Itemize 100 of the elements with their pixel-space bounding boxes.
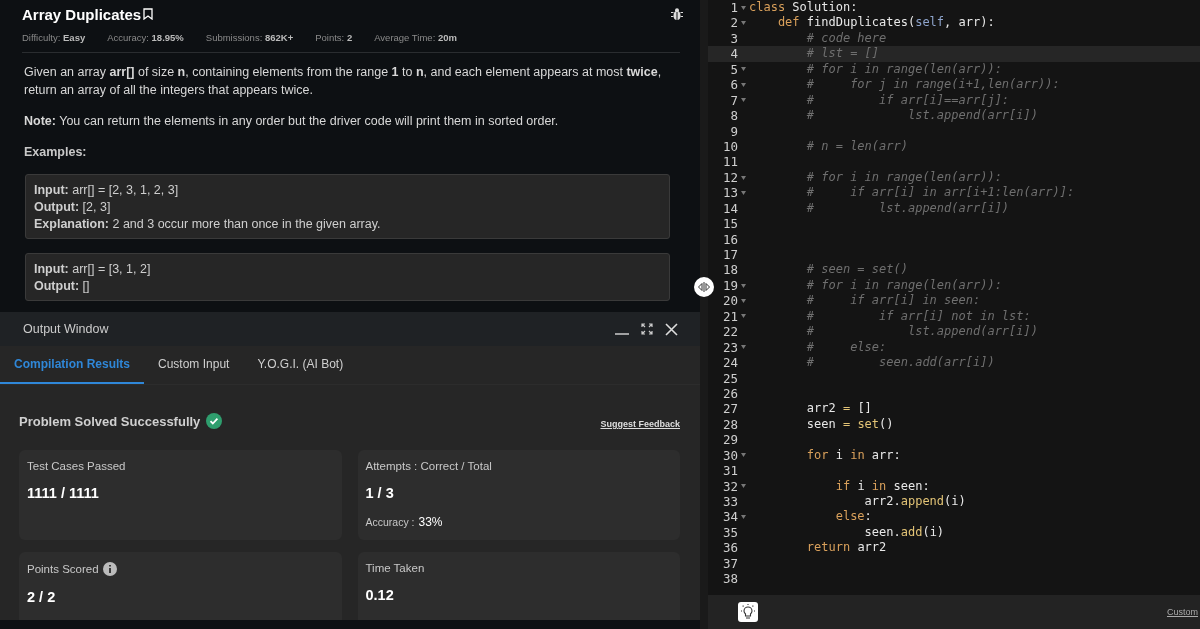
code-token: # n = len(arr): [805, 138, 908, 153]
line-number: 24: [721, 355, 738, 371]
line-number: 2: [729, 15, 738, 31]
fold-icon[interactable]: [740, 515, 746, 520]
line-number: 12: [721, 169, 738, 186]
output-tab[interactable]: Custom Input: [144, 346, 244, 384]
bookmark-icon[interactable]: [143, 8, 154, 20]
fold-icon[interactable]: [740, 175, 746, 180]
code-token: append: [900, 494, 945, 508]
line-number: 20: [721, 293, 738, 309]
code-token: seen:: [892, 478, 930, 493]
code-token: arr2: [856, 540, 887, 555]
fold-icon[interactable]: [740, 82, 746, 87]
expand-icon[interactable]: [641, 323, 653, 335]
code-token: # if arr[i] in arr[i+1:len(arr)]:: [805, 185, 1075, 200]
fold-icon[interactable]: [740, 190, 746, 195]
code-token: # code here: [805, 30, 887, 45]
card-label: Test Cases Passed: [27, 460, 126, 472]
line-number: 9: [729, 123, 738, 139]
problem-stat: Difficulty: Easy: [22, 32, 86, 43]
example-line: Input: arr[] = [2, 3, 1, 2, 3]: [34, 182, 180, 199]
code-token: if: [834, 478, 851, 493]
code-token: (): [879, 416, 894, 431]
code-token: def: [776, 15, 800, 30]
output-window-title: Output Window: [23, 322, 109, 336]
code-token: i: [856, 478, 866, 493]
code-token: # for i in range(len(arr)):: [805, 169, 1002, 184]
card-value: 0.12: [365, 587, 395, 603]
code-token: # lst.append(arr[i]): [805, 108, 1038, 123]
code-token: set: [856, 416, 880, 431]
code-token: # lst.append(arr[i]): [805, 324, 1038, 339]
problem-stat: Average Time: 20m: [374, 32, 457, 43]
card-label: Attempts : Correct / Total: [365, 460, 492, 472]
line-number: 25: [721, 370, 738, 386]
code-token: # if arr[i] not in lst:: [805, 308, 1031, 323]
code-token: in: [850, 447, 865, 462]
code-token: i: [834, 447, 844, 462]
line-number: 37: [721, 555, 738, 572]
fold-icon[interactable]: [740, 21, 746, 26]
check-icon: [206, 413, 223, 429]
line-number: 3: [729, 30, 738, 47]
hint-button[interactable]: [738, 602, 758, 622]
fold-icon[interactable]: [740, 484, 746, 489]
fold-icon[interactable]: [740, 67, 746, 72]
code-token: seen: [805, 416, 837, 431]
code-token: seen.: [863, 524, 901, 539]
info-icon[interactable]: [102, 562, 117, 576]
code-token: return: [805, 540, 851, 555]
card-sub-value: 33%: [418, 515, 443, 529]
code-token: # seen = set(): [805, 262, 908, 277]
code-token: (i): [922, 524, 945, 539]
line-number: 21: [721, 308, 738, 325]
card-sub-label: Accuracy :: [365, 516, 415, 528]
line-number: 30: [721, 447, 738, 464]
code-token: add: [900, 524, 923, 539]
fold-icon[interactable]: [740, 345, 746, 350]
close-icon[interactable]: [665, 322, 678, 336]
line-number: 16: [721, 231, 738, 247]
problem-stat: Submissions: 862K+: [205, 32, 294, 43]
code-token: for: [805, 447, 829, 462]
fold-icon[interactable]: [740, 5, 746, 10]
card-label: Points Scored: [27, 563, 99, 575]
output-tab[interactable]: Y.O.G.I. (AI Bot): [243, 346, 358, 384]
code-token: Solution:: [791, 0, 858, 14]
fold-icon[interactable]: [740, 283, 746, 288]
code-token: in: [871, 478, 887, 493]
fold-icon[interactable]: [740, 98, 746, 103]
line-number: 32: [721, 478, 738, 494]
line-number: 34: [721, 509, 738, 525]
code-token: else: [834, 509, 865, 524]
lightbulb-icon: [741, 604, 755, 620]
fold-icon[interactable]: [740, 299, 746, 304]
code-token: # if arr[i]==arr[j]:: [805, 92, 1010, 107]
output-tab[interactable]: Compilation Results: [0, 346, 144, 384]
line-number: 17: [721, 247, 738, 263]
line-number: 28: [721, 416, 738, 433]
line-number: 18: [721, 262, 738, 278]
code-token: class: [749, 0, 786, 14]
fold-icon[interactable]: [740, 453, 746, 458]
fold-icon[interactable]: [740, 314, 746, 319]
custom-input-link[interactable]: Custom: [1167, 607, 1198, 617]
code-token: arr2.: [863, 494, 901, 508]
code-token: arr:: [870, 447, 901, 462]
line-number: 10: [721, 138, 738, 155]
line-number: 1: [729, 0, 738, 16]
line-number: 13: [721, 185, 738, 201]
line-number: 35: [721, 524, 738, 541]
code-token: :: [864, 509, 872, 524]
card-value: 1111 / 1111: [27, 485, 100, 501]
suggest-feedback-link[interactable]: Suggest Feedback: [600, 419, 680, 429]
code-token: arr2: [805, 401, 837, 416]
code-token: []: [856, 401, 872, 416]
bug-icon[interactable]: [670, 7, 684, 21]
problem-note: Note: You can return the elements in any order but the driver code will print them in sorted order.: [24, 113, 560, 130]
line-number: 8: [729, 108, 738, 124]
code-token: # seen.add(arr[i]): [805, 355, 995, 370]
status-message: Problem Solved Successfully: [19, 413, 201, 429]
code-token: # for i in range(len(arr)):: [805, 61, 1002, 76]
line-number: 26: [721, 385, 738, 402]
example-line: Input: arr[] = [3, 1, 2]: [34, 261, 152, 278]
